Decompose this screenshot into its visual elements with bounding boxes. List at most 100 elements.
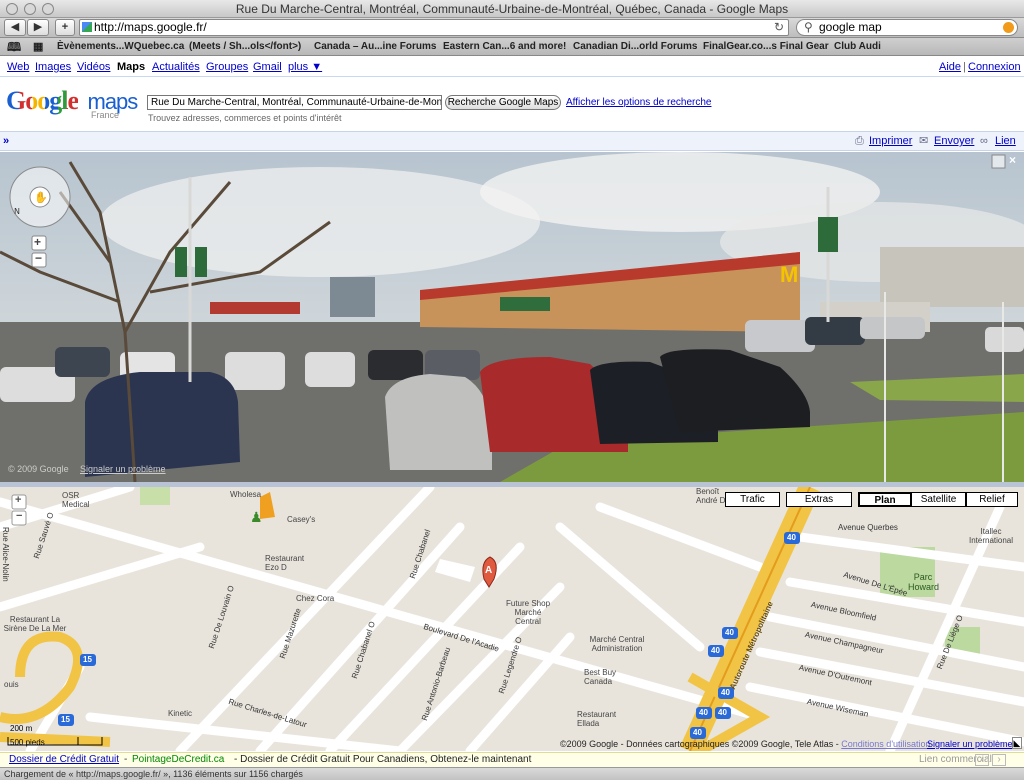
highway-shield: 40 [699, 708, 708, 717]
scale-metric: 200 m [10, 724, 33, 733]
bookmark-item[interactable]: (Meets / Sh...ols</font>) [189, 38, 301, 56]
bookmark-item[interactable]: FinalGear.co...s Final Gear [703, 38, 829, 56]
forward-button[interactable]: ▶ [27, 19, 49, 36]
gbar-images[interactable]: Images [35, 58, 71, 76]
ad-text: - Dossier de Crédit Gratuit Pour Canadie… [234, 754, 532, 765]
window-title: Rue Du Marche-Central, Montréal, Communa… [235, 2, 789, 16]
poi-label: Future Shop Marché Central [505, 599, 551, 626]
map-copyright: ©2009 Google - Données cartographiques ©… [560, 739, 931, 749]
gbar-videos[interactable]: Vidéos [77, 58, 110, 76]
pegman-icon: ♟ [250, 510, 263, 526]
search-engine-icon[interactable] [1003, 22, 1014, 33]
ad-next-icon[interactable]: › [992, 754, 1006, 766]
minimize-window-icon[interactable] [24, 3, 36, 15]
highway-shield: 15 [83, 655, 92, 664]
sv-zoom-out-icon[interactable]: − [35, 251, 42, 265]
back-button[interactable]: ◀ [4, 19, 26, 36]
map-zoom-in-icon[interactable]: + [15, 494, 21, 506]
bookmark-item[interactable]: Club Audi [834, 38, 881, 56]
ad-title-link[interactable]: Dossier de Crédit Gratuit [9, 753, 119, 767]
poi-label: Benoît André D [696, 487, 726, 505]
zoom-window-icon[interactable] [42, 3, 54, 15]
street-view-panorama[interactable]: M ✋ N + − × © 2009 Google Signaler un pr… [0, 152, 1024, 482]
browser-toolbar: ◀ ▶ + http://maps.google.fr/ ↻ ⚲ google … [0, 18, 1024, 38]
open-book-icon[interactable]: 🕮 [7, 38, 21, 56]
map-collapse-icon[interactable]: ◣ [1012, 737, 1022, 749]
browser-search-field[interactable]: ⚲ google map [796, 19, 1018, 36]
gbar-gmail[interactable]: Gmail [253, 58, 282, 76]
street-label: Avenue Querbes [838, 523, 898, 532]
scale-imperial: 500 pieds [10, 738, 45, 747]
satellite-button[interactable]: Satellite [911, 492, 966, 507]
bookmark-item[interactable]: Èvènements...WQuebec.ca [57, 38, 184, 56]
extras-button[interactable]: Extras [786, 492, 852, 507]
map-copyright-text: ©2009 Google - Données cartographiques ©… [560, 739, 842, 749]
gbar-more[interactable]: plus ▼ [288, 58, 322, 76]
help-link[interactable]: Aide [939, 58, 961, 76]
poi-label: Casey's [287, 515, 316, 524]
park-label: Parc Howard [908, 572, 940, 592]
address-bar[interactable]: http://maps.google.fr/ ↻ [79, 19, 789, 36]
grid-icon[interactable]: ▦ [33, 38, 43, 56]
poi-label: Kinetic [168, 709, 193, 718]
sv-close-icon[interactable]: × [1009, 153, 1016, 167]
maps-search-input[interactable]: Rue Du Marche-Central, Montréal, Communa… [147, 95, 442, 110]
reload-icon[interactable]: ↻ [774, 20, 784, 35]
search-options-link[interactable]: Afficher les options de recherche [566, 97, 711, 108]
link-icon: ∞ [980, 135, 988, 147]
poi-label: Restaurant Ellada [577, 710, 617, 728]
browser-search-text: google map [819, 20, 882, 34]
maps-search-button[interactable]: Recherche Google Maps [445, 95, 561, 110]
street-view-image: M ✋ N [0, 152, 1024, 482]
print-link[interactable]: Imprimer [869, 132, 912, 151]
map-zoom-out-icon[interactable]: − [16, 510, 22, 522]
map-report-link[interactable]: Signaler un problème [927, 739, 1013, 749]
address-text: http://maps.google.fr/ [94, 20, 207, 34]
add-bookmark-button[interactable]: + [55, 19, 75, 36]
svg-text:N: N [14, 207, 20, 216]
poi-label: Chez Cora [296, 594, 335, 603]
highway-shield: 40 [711, 646, 720, 655]
window-titlebar: Rue Du Marche-Central, Montréal, Communa… [0, 0, 1024, 18]
expand-panel-icon[interactable]: » [3, 132, 9, 151]
logo-region: France [91, 110, 120, 120]
mcdonalds-sign-icon: M [780, 262, 798, 287]
hand-icon: ✋ [34, 191, 48, 204]
link-link[interactable]: Lien [995, 132, 1016, 151]
gbar-web[interactable]: Web [7, 58, 29, 76]
plan-button[interactable]: Plan [858, 492, 912, 507]
ad-prev-icon[interactable]: ‹ [975, 754, 989, 766]
relief-button[interactable]: Relief [966, 492, 1018, 507]
terms-link[interactable]: Conditions d'utilisation [841, 739, 930, 749]
login-link[interactable]: Connexion [968, 58, 1021, 76]
traffic-button[interactable]: Trafic [725, 492, 780, 507]
sv-report-link[interactable]: Signaler un problème [80, 464, 166, 474]
mail-icon: ✉ [919, 135, 929, 147]
street-label: Rue Alice-Nolin [1, 527, 10, 582]
sv-zoom-in-icon[interactable]: + [34, 235, 41, 249]
close-window-icon[interactable] [6, 3, 18, 15]
poi-label: Marché Central Administration [589, 635, 645, 653]
map-link-bar: » ⎙ Imprimer ✉ Envoyer ∞ Lien [0, 131, 1024, 151]
google-nav-bar: Web Images Vidéos Maps Actualités Groupe… [0, 58, 1024, 76]
highway-shield: 40 [725, 628, 734, 637]
map-view[interactable]: A ♟ + − Trafic Extras Plan Satellite Rel… [0, 487, 1024, 751]
favicon-icon [82, 22, 92, 32]
bookmark-item[interactable]: Eastern Can...6 and more! [443, 38, 566, 56]
highway-shield: 40 [721, 688, 730, 697]
poi-label: Restaurant La Sirène De La Mer [3, 615, 67, 633]
gbar-groupes[interactable]: Groupes [206, 58, 248, 76]
send-link[interactable]: Envoyer [934, 132, 974, 151]
marker-a-icon: A [485, 565, 492, 576]
search-hint: Trouvez adresses, commerces et points d'… [148, 113, 342, 123]
bookmark-item[interactable]: Canadian Di...orld Forums [573, 38, 697, 56]
gbar-actualites[interactable]: Actualités [152, 58, 200, 76]
logo-word: Google [6, 86, 79, 115]
sv-copyright: © 2009 Google [8, 464, 69, 474]
poi-label: Itallec International [968, 527, 1014, 545]
ad-domain[interactable]: PointageDeCredit.ca [132, 753, 224, 767]
bookmark-item[interactable]: Canada – Au...ine Forums [314, 38, 436, 56]
gbar-maps[interactable]: Maps [117, 58, 145, 76]
browser-status-bar: Chargement de « http://maps.google.fr/ »… [0, 767, 1024, 780]
bookmarks-bar: 🕮 ▦ Èvènements...WQuebec.ca (Meets / Sh.… [0, 38, 1024, 56]
